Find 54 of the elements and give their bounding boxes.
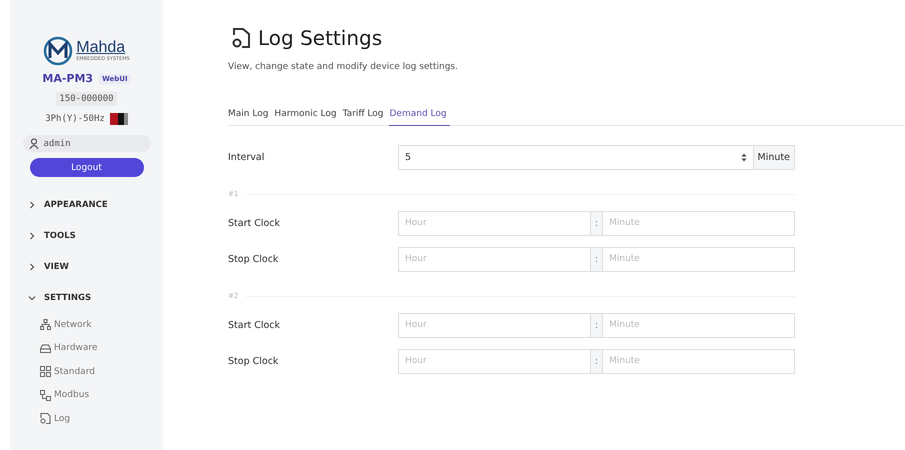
field-label: Start Clock [228, 320, 282, 330]
chevron-icon [28, 200, 36, 208]
tab[interactable]: Main Log [228, 109, 272, 126]
minute-field[interactable]: Minute [602, 210, 796, 236]
logout-button[interactable]: Logout [30, 158, 144, 177]
drive-icon [40, 342, 51, 354]
logo-icon [43, 36, 74, 66]
time-separator: : [590, 312, 602, 338]
minute-field[interactable]: Minute [602, 246, 796, 272]
field-label: Start Clock [228, 218, 282, 228]
menu-item[interactable]: Log [28, 407, 163, 430]
device-config: 3Ph(Y)-50Hz [45, 114, 105, 124]
menu-item[interactable]: Network [28, 313, 163, 336]
grid-icon [40, 366, 51, 378]
nodes-icon [40, 390, 51, 401]
interval-select[interactable]: 5 [398, 144, 754, 170]
file-gear-icon [231, 27, 251, 49]
sort-caret-icon [740, 152, 747, 162]
hour-field[interactable]: Hour [398, 312, 591, 338]
chevron-icon [28, 262, 36, 270]
tab[interactable]: Harmonic Log [274, 109, 340, 126]
page-subtitle: View, change state and modify device log settings. [228, 62, 459, 72]
serial-number: 150-000000 [56, 92, 117, 106]
hour-field[interactable]: Hour [398, 246, 591, 272]
menu-item[interactable]: Hardware [28, 336, 163, 360]
user-icon [28, 138, 38, 149]
menu-section[interactable]: SETTINGS [28, 282, 163, 313]
hour-field[interactable]: Hour [398, 210, 591, 236]
minute-field[interactable]: Minute [602, 348, 796, 374]
tab[interactable]: Demand Log [389, 109, 450, 126]
device-model: MA-PM3 [42, 72, 94, 85]
time-separator: : [590, 246, 602, 272]
status-indicator-icon [110, 113, 128, 125]
field-label: Stop Clock [228, 356, 280, 366]
time-separator: : [590, 210, 602, 236]
chevron-icon [28, 232, 36, 240]
menu-section[interactable]: TOOLS [28, 220, 163, 251]
username: admin [44, 138, 71, 148]
menu-section[interactable]: APPEARANCE [28, 189, 163, 220]
network-icon [40, 319, 51, 330]
field-label: Stop Clock [228, 254, 280, 264]
menu-section[interactable]: VIEW [28, 251, 163, 282]
menu-item[interactable]: Standard [28, 360, 163, 384]
menu-item[interactable]: Modbus [28, 384, 163, 407]
page-title: Log Settings [258, 26, 382, 50]
tab[interactable]: Tariff Log [342, 109, 386, 126]
hour-field[interactable]: Hour [398, 348, 591, 374]
unit-label: Minute [754, 144, 795, 170]
minute-field[interactable]: Minute [602, 312, 796, 338]
chevron-icon [28, 294, 36, 302]
time-separator: : [590, 348, 602, 374]
file-gear-icon [40, 413, 51, 424]
field-label: Interval [228, 152, 266, 162]
logo-name: Mahda [76, 40, 126, 56]
